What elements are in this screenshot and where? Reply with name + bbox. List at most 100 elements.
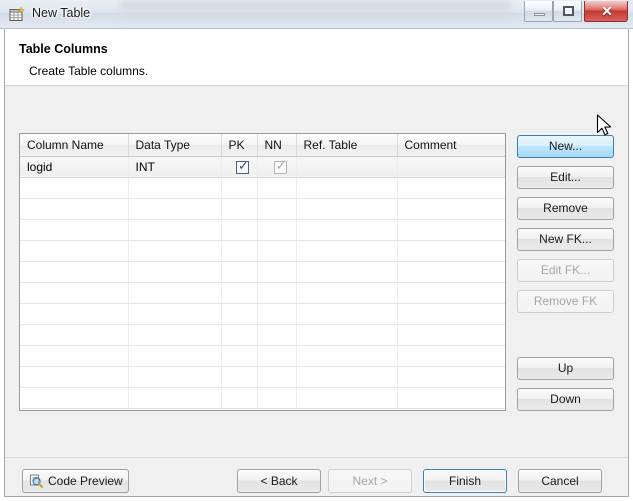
cell-empty[interactable] bbox=[20, 324, 129, 346]
cell-empty[interactable] bbox=[397, 387, 505, 409]
cell-empty[interactable] bbox=[221, 240, 258, 262]
cell-empty[interactable] bbox=[20, 261, 129, 283]
cell-pk-checkbox[interactable]: ✓ bbox=[236, 159, 249, 174]
cell-empty[interactable] bbox=[397, 177, 505, 199]
column-header-column-name[interactable]: Column Name bbox=[20, 134, 129, 157]
cell-empty[interactable] bbox=[128, 219, 222, 241]
cell-empty[interactable] bbox=[20, 303, 129, 325]
cell-empty[interactable] bbox=[128, 261, 222, 283]
title-bar[interactable]: New Table ✕ bbox=[0, 0, 633, 29]
cell-empty[interactable] bbox=[296, 198, 398, 220]
cell-column-name[interactable]: logid bbox=[20, 156, 129, 178]
cell-empty[interactable] bbox=[296, 387, 398, 409]
cell-empty[interactable] bbox=[221, 387, 258, 409]
cell-empty[interactable] bbox=[221, 261, 258, 283]
cell-empty[interactable] bbox=[296, 282, 398, 304]
cell-empty[interactable] bbox=[257, 177, 297, 199]
cell-empty[interactable] bbox=[128, 366, 222, 388]
cell-empty[interactable] bbox=[296, 261, 398, 283]
cell-empty[interactable] bbox=[296, 366, 398, 388]
cell-empty[interactable] bbox=[257, 198, 297, 220]
table-empty-row[interactable] bbox=[20, 387, 505, 409]
cell-empty[interactable] bbox=[397, 198, 505, 220]
cell-empty[interactable] bbox=[296, 219, 398, 241]
cell-empty[interactable] bbox=[128, 387, 222, 409]
columns-table[interactable]: Column Name Data Type PK NN Ref. Table C… bbox=[19, 133, 506, 411]
cell-empty[interactable] bbox=[20, 387, 129, 409]
table-empty-row[interactable] bbox=[20, 324, 505, 346]
cell-empty[interactable] bbox=[257, 324, 297, 346]
remove-button[interactable]: Remove bbox=[517, 197, 614, 220]
cell-empty[interactable] bbox=[257, 282, 297, 304]
cell-empty[interactable] bbox=[128, 345, 222, 367]
cell-empty[interactable] bbox=[20, 345, 129, 367]
cell-empty[interactable] bbox=[221, 177, 258, 199]
back-button[interactable]: < Back bbox=[237, 469, 321, 493]
cell-empty[interactable] bbox=[397, 261, 505, 283]
table-empty-row[interactable] bbox=[20, 366, 505, 388]
cell-data-type[interactable]: INT bbox=[128, 156, 222, 178]
table-empty-row[interactable] bbox=[20, 240, 505, 262]
maximize-button[interactable] bbox=[553, 1, 582, 22]
cell-empty[interactable] bbox=[20, 198, 129, 220]
cell-empty[interactable] bbox=[257, 219, 297, 241]
cell-empty[interactable] bbox=[20, 282, 129, 304]
cell-empty[interactable] bbox=[257, 387, 297, 409]
finish-button[interactable]: Finish bbox=[423, 469, 507, 493]
table-row[interactable]: logid INT ✓ ✓ bbox=[20, 156, 505, 178]
cell-empty[interactable] bbox=[397, 219, 505, 241]
table-empty-row[interactable] bbox=[20, 261, 505, 283]
cell-nn[interactable]: ✓ bbox=[257, 156, 297, 178]
new-button[interactable]: New... bbox=[517, 135, 614, 158]
cell-empty[interactable] bbox=[296, 345, 398, 367]
cell-empty[interactable] bbox=[128, 240, 222, 262]
minimize-button[interactable] bbox=[524, 1, 553, 22]
table-empty-row[interactable] bbox=[20, 177, 505, 199]
cell-ref-table[interactable] bbox=[296, 156, 398, 178]
cell-empty[interactable] bbox=[296, 177, 398, 199]
column-header-data-type[interactable]: Data Type bbox=[128, 134, 222, 157]
cell-empty[interactable] bbox=[221, 366, 258, 388]
column-header-ref-table[interactable]: Ref. Table bbox=[296, 134, 398, 157]
cell-empty[interactable] bbox=[221, 219, 258, 241]
cell-empty[interactable] bbox=[397, 345, 505, 367]
cell-empty[interactable] bbox=[296, 240, 398, 262]
table-empty-row[interactable] bbox=[20, 282, 505, 304]
code-preview-button[interactable]: Code Preview bbox=[22, 469, 129, 493]
column-header-nn[interactable]: NN bbox=[257, 134, 297, 157]
cell-empty[interactable] bbox=[20, 219, 129, 241]
table-empty-row[interactable] bbox=[20, 303, 505, 325]
cell-comment[interactable] bbox=[397, 156, 505, 178]
edit-button[interactable]: Edit... bbox=[517, 166, 614, 189]
cell-empty[interactable] bbox=[257, 303, 297, 325]
cell-empty[interactable] bbox=[397, 240, 505, 262]
column-header-pk[interactable]: PK bbox=[221, 134, 258, 157]
cell-empty[interactable] bbox=[257, 240, 297, 262]
cell-empty[interactable] bbox=[397, 366, 505, 388]
close-button[interactable]: ✕ bbox=[584, 1, 628, 22]
cell-empty[interactable] bbox=[397, 303, 505, 325]
cell-empty[interactable] bbox=[20, 240, 129, 262]
cell-empty[interactable] bbox=[221, 303, 258, 325]
table-empty-row[interactable] bbox=[20, 345, 505, 367]
new-fk-button[interactable]: New FK... bbox=[517, 228, 614, 251]
cell-empty[interactable] bbox=[128, 177, 222, 199]
cell-empty[interactable] bbox=[128, 198, 222, 220]
cell-pk[interactable]: ✓ bbox=[221, 156, 258, 178]
table-empty-row[interactable] bbox=[20, 219, 505, 241]
cell-empty[interactable] bbox=[20, 366, 129, 388]
cell-empty[interactable] bbox=[397, 282, 505, 304]
table-empty-row[interactable] bbox=[20, 198, 505, 220]
cell-empty[interactable] bbox=[257, 261, 297, 283]
cell-empty[interactable] bbox=[257, 366, 297, 388]
cell-empty[interactable] bbox=[221, 198, 258, 220]
cell-empty[interactable] bbox=[20, 177, 129, 199]
cell-empty[interactable] bbox=[221, 324, 258, 346]
cell-empty[interactable] bbox=[221, 345, 258, 367]
cell-empty[interactable] bbox=[128, 282, 222, 304]
column-header-comment[interactable]: Comment bbox=[397, 134, 505, 157]
cell-empty[interactable] bbox=[296, 303, 398, 325]
up-button[interactable]: Up bbox=[517, 357, 614, 380]
cell-empty[interactable] bbox=[296, 324, 398, 346]
cell-empty[interactable] bbox=[128, 324, 222, 346]
